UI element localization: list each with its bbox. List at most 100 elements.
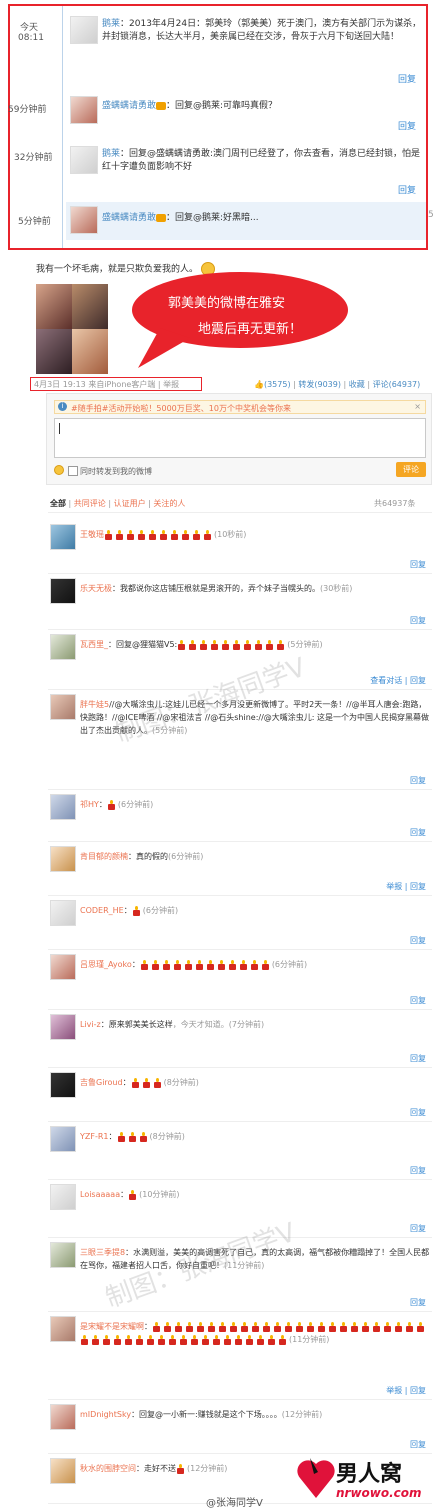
candle-icon <box>405 1321 414 1332</box>
reply-button[interactable]: 查看对话 | 回复 <box>370 675 426 686</box>
tab-all[interactable]: 全部 <box>50 499 66 508</box>
close-icon[interactable]: × <box>414 402 421 411</box>
reply-button[interactable]: 回复 <box>410 775 426 786</box>
reply-button[interactable]: 回复 <box>410 615 426 626</box>
reply-button[interactable]: 回复 <box>398 72 416 85</box>
comment-body: 吉鲁Giroud： (8分钟前) <box>80 1076 430 1089</box>
reply-button[interactable]: 举报 | 回复 <box>386 1385 426 1396</box>
like-count[interactable]: (3575) <box>264 380 291 389</box>
avatar[interactable] <box>50 1072 76 1098</box>
post-meta[interactable]: 4月3日 19:13 来自iPhone客户端 | 举报 <box>34 379 179 390</box>
user-link[interactable]: mIDnightSky <box>80 1410 131 1419</box>
bubble-text-1: 郭美美的微博在雅安 <box>168 296 286 311</box>
avatar[interactable] <box>70 146 98 174</box>
avatar[interactable] <box>70 206 98 234</box>
user-link[interactable]: 胖牛娃5 <box>80 700 109 709</box>
candle-icon <box>361 1321 370 1332</box>
like-icon[interactable]: 👍 <box>254 380 264 389</box>
timestamp: 32分钟前 <box>14 153 53 163</box>
user-link[interactable]: 是宋耀不是宋耀啊 <box>80 1322 144 1331</box>
avatar[interactable] <box>50 524 76 550</box>
comment-input[interactable] <box>54 418 426 458</box>
user-link[interactable]: 王敬瑶 <box>80 530 104 539</box>
reply-button[interactable]: 回复 <box>410 1439 426 1450</box>
reply-button[interactable]: 回复 <box>410 1297 426 1308</box>
avatar[interactable] <box>70 16 98 44</box>
reply-button[interactable]: 回复 <box>410 559 426 570</box>
user-link[interactable]: 三眼三季提8 <box>80 1248 125 1257</box>
avatar[interactable] <box>70 96 98 124</box>
repost-button[interactable]: 转发(9039) <box>298 380 341 389</box>
comment-time: (6分钟前) <box>168 852 204 861</box>
comment-body: 祁HY： (6分钟前) <box>80 798 430 811</box>
avatar[interactable] <box>50 900 76 926</box>
tab-verified[interactable]: 认证用户 <box>114 499 146 508</box>
candle-icon <box>394 1321 403 1332</box>
photo-collage[interactable] <box>36 284 108 374</box>
user-link[interactable]: 吉鲁Giroud <box>80 1078 123 1087</box>
user-link[interactable]: Livi-z <box>80 1020 101 1029</box>
avatar[interactable] <box>50 1404 76 1430</box>
avatar[interactable] <box>50 1458 76 1484</box>
user-link[interactable]: YZF-R1 <box>80 1132 109 1141</box>
comment-text: ：回复@一小新一:赚钱就是这个下场。。。。 <box>131 1410 282 1419</box>
candle-icon <box>176 1463 185 1474</box>
footer-credit: @张海同学V <box>206 1498 263 1509</box>
reply-button[interactable]: 举报 | 回复 <box>386 881 426 892</box>
candle-icon <box>146 1334 155 1345</box>
candle-icon <box>173 959 182 970</box>
comment-button[interactable]: 评论(64937) <box>373 380 421 389</box>
user-link[interactable]: CODER_HE <box>80 906 124 915</box>
tab-mutual[interactable]: 共同评论 <box>74 499 106 508</box>
emoji-picker-icon[interactable] <box>54 465 64 475</box>
avatar[interactable] <box>50 954 76 980</box>
comment-body: 瓦西里_：回复@狸猫猫V5: (5分钟前) <box>80 638 430 651</box>
favorite-button[interactable]: 收藏 <box>349 380 365 389</box>
reply-button[interactable]: 回复 <box>398 119 416 132</box>
comment-row: 吉鲁Giroud： (8分钟前) 回复 <box>0 1068 440 1122</box>
user-link[interactable]: 鹅莱 <box>102 149 120 159</box>
user-link[interactable]: 瓦西里_ <box>80 640 108 649</box>
user-link[interactable]: 乐天无极 <box>80 584 112 593</box>
text-cursor <box>59 423 60 434</box>
repost-checkbox[interactable] <box>68 466 78 476</box>
promo-text[interactable]: #随手拍#活动开始啦！5000万巨奖、10万个中奖机会等你来 <box>71 403 291 414</box>
promo-banner[interactable]: i #随手拍#活动开始啦！5000万巨奖、10万个中奖机会等你来 × <box>54 400 426 414</box>
user-link[interactable]: 肯目郁的颜楠 <box>80 852 128 861</box>
tab-following[interactable]: 关注的人 <box>153 499 185 508</box>
reply-button[interactable]: 回复 <box>398 183 416 196</box>
avatar[interactable] <box>50 1014 76 1040</box>
candle-icon <box>203 529 212 540</box>
candle-icon <box>179 1334 188 1345</box>
user-link[interactable]: 吕思瑾_Ayoko <box>80 960 132 969</box>
user-link[interactable]: 盛螨螨请勇敢 <box>102 101 156 111</box>
avatar[interactable] <box>50 1316 76 1342</box>
candle-icon <box>190 1334 199 1345</box>
candle-icon <box>131 1077 140 1088</box>
comment-time: (8分钟前) <box>163 1078 199 1087</box>
avatar[interactable] <box>50 1184 76 1210</box>
avatar[interactable] <box>50 846 76 872</box>
user-link[interactable]: Loisaaaaa <box>80 1190 120 1199</box>
avatar[interactable] <box>50 1126 76 1152</box>
user-link[interactable]: 秋水的围脖空间 <box>80 1464 136 1473</box>
avatar[interactable] <box>50 634 76 660</box>
comment-body: mIDnightSky：回复@一小新一:赚钱就是这个下场。。。。(12分钟前) <box>80 1408 430 1421</box>
avatar[interactable] <box>50 1242 76 1268</box>
reply-button[interactable]: 回复 <box>410 1107 426 1118</box>
user-link[interactable]: 盛螨螨请勇敢 <box>102 213 156 223</box>
reply-button[interactable]: 回复 <box>410 995 426 1006</box>
reply-button[interactable]: 回复 <box>410 1165 426 1176</box>
submit-comment-button[interactable]: 评论 <box>396 462 426 477</box>
timestamp-time: 08:11 <box>18 33 44 43</box>
user-link[interactable]: 鹅莱 <box>102 19 120 29</box>
comment-body: YZF-R1： (8分钟前) <box>80 1130 430 1143</box>
reply-button[interactable]: 回复 <box>410 1223 426 1234</box>
avatar[interactable] <box>50 578 76 604</box>
user-link[interactable]: 祁HY <box>80 800 99 809</box>
reply-button[interactable]: 回复 <box>410 935 426 946</box>
reply-button[interactable]: 回复 <box>410 827 426 838</box>
avatar[interactable] <box>50 794 76 820</box>
avatar[interactable] <box>50 694 76 720</box>
reply-button[interactable]: 回复 <box>410 1053 426 1064</box>
